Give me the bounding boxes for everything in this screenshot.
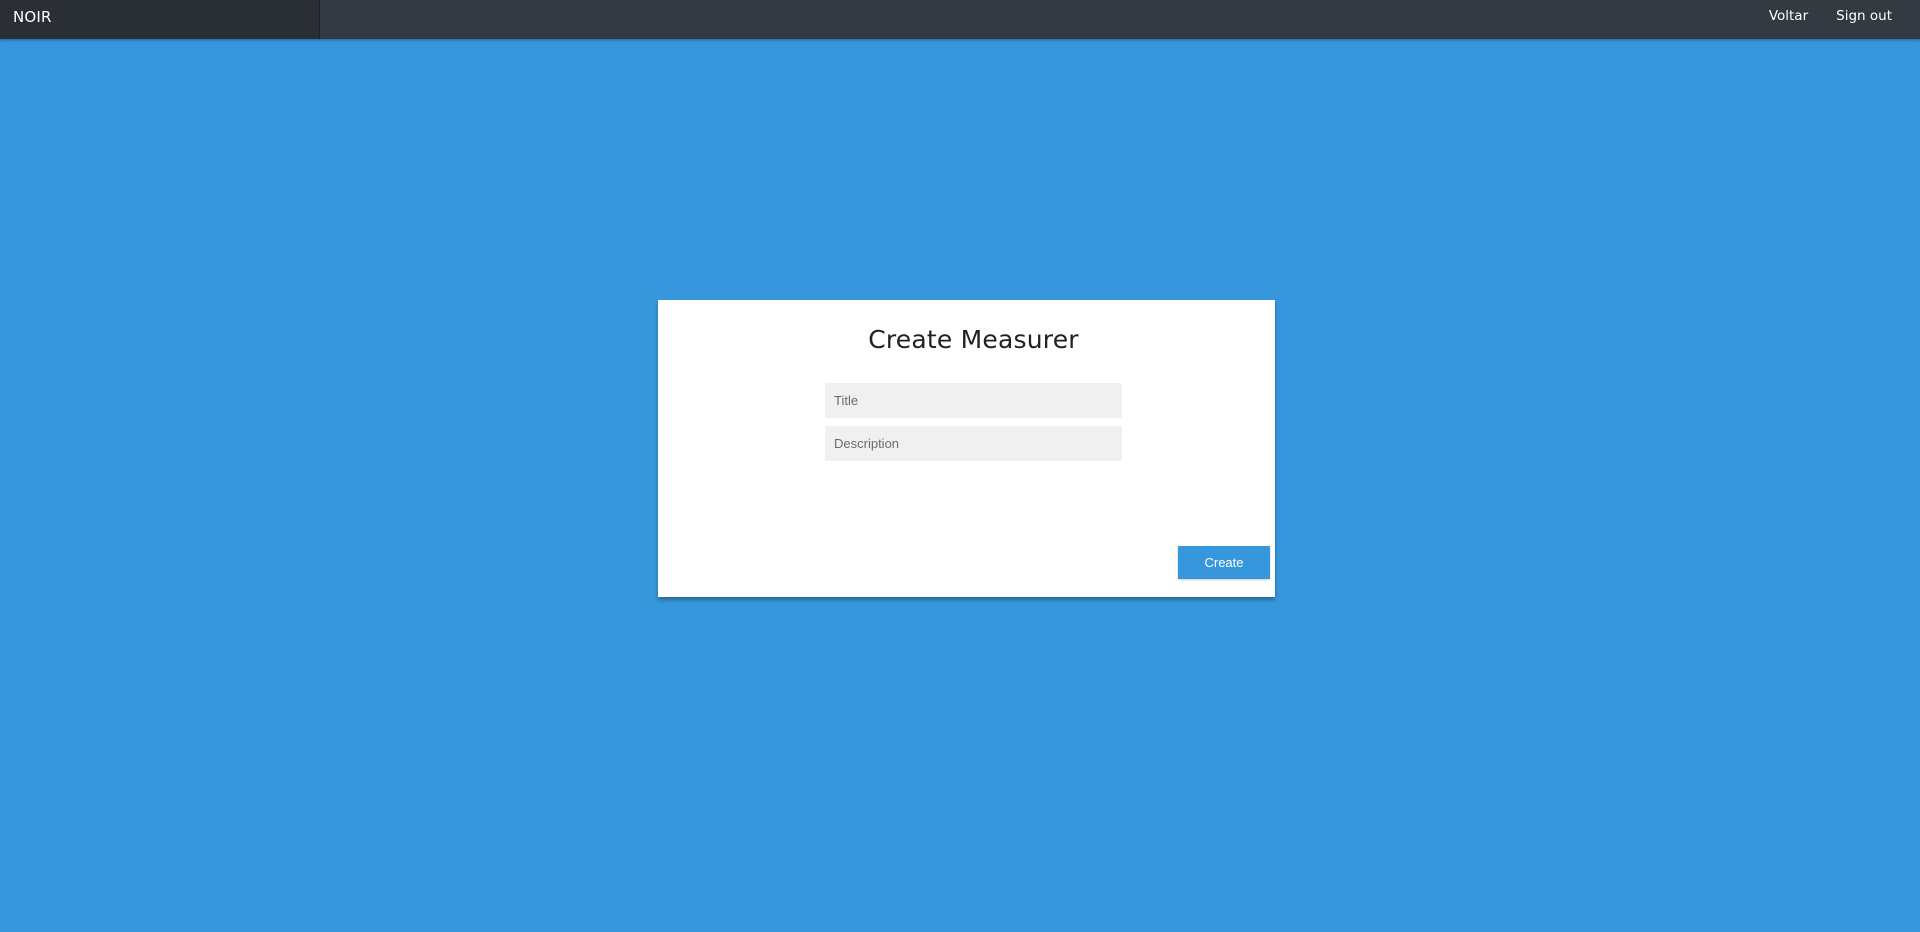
brand-logo[interactable]: NOIR [13, 0, 52, 35]
sign-out-link[interactable]: Sign out [1822, 0, 1920, 33]
title-input[interactable] [825, 383, 1122, 418]
nav-links: Voltar Sign out [1755, 0, 1920, 39]
back-link[interactable]: Voltar [1755, 0, 1822, 33]
page-title: Create Measurer [868, 325, 1079, 354]
description-input[interactable] [825, 426, 1122, 461]
create-measurer-card: Create Measurer Create [658, 300, 1275, 597]
top-navbar: NOIR Voltar Sign out [0, 0, 1920, 39]
brand-area: NOIR [0, 0, 320, 39]
create-button[interactable]: Create [1178, 546, 1270, 579]
